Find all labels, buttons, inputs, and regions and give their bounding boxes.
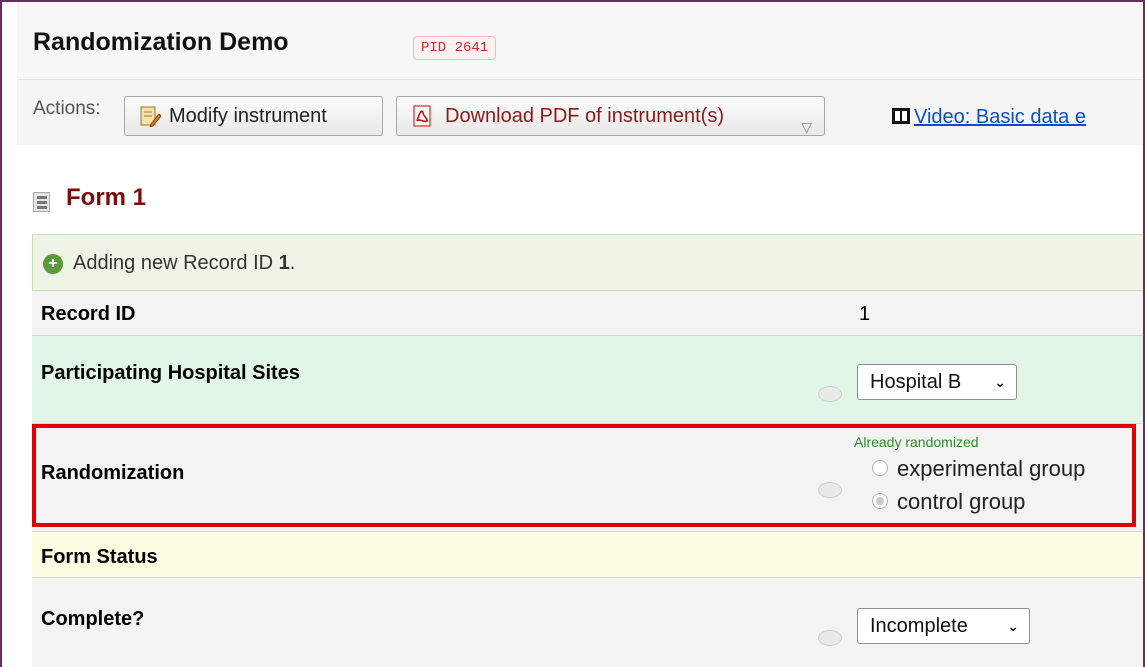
complete-select[interactable]: Incomplete ⌄ [857, 608, 1030, 644]
plus-circle-icon: + [43, 254, 63, 274]
randomization-row: Randomization Already randomized experim… [32, 424, 1143, 532]
new-record-notice: + Adding new Record ID 1. [32, 234, 1143, 291]
radio-unchecked-icon [872, 460, 888, 476]
record-id-value: 1 [859, 303, 871, 325]
radio-checked-icon [872, 493, 888, 509]
form-status-header: Form Status [32, 532, 1143, 578]
download-pdf-label: Download PDF of instrument(s) [445, 105, 724, 127]
chevron-down-icon: ⌄ [994, 374, 1006, 390]
chevron-down-icon: ⌄ [1007, 618, 1019, 634]
complete-row: Complete? Incomplete ⌄ [32, 578, 1143, 667]
video-link-label: Video: Basic data e [914, 106, 1086, 128]
actions-bar: Actions: Modify instrument Download PDF … [17, 80, 1143, 145]
pencil-form-icon [140, 106, 161, 127]
form-status-label: Form Status [41, 546, 158, 568]
pdf-icon [413, 105, 431, 127]
pid-badge: PID 2641 [413, 36, 497, 60]
record-id-label: Record ID [41, 303, 136, 325]
download-pdf-button[interactable]: Download PDF of instrument(s) ▽ [396, 96, 825, 136]
hospital-label: Participating Hospital Sites [41, 362, 300, 384]
window-frame: Randomization Demo PID 2641 Actions: Mod… [0, 0, 1145, 667]
form-title: Form 1 [66, 184, 147, 211]
comment-bubble-icon[interactable] [818, 630, 842, 646]
video-link[interactable]: Video: Basic data e [892, 106, 1086, 129]
notice-text: Adding new Record ID 1. [73, 252, 296, 274]
hospital-select[interactable]: Hospital B ⌄ [857, 364, 1017, 400]
modify-instrument-button[interactable]: Modify instrument [124, 96, 383, 136]
record-id-row: Record ID 1 [32, 291, 1143, 336]
radio-experimental-group[interactable]: experimental group [872, 456, 1085, 482]
film-icon [892, 108, 910, 124]
already-randomized-note: Already randomized [854, 434, 979, 450]
complete-label: Complete? [41, 608, 145, 630]
actions-label: Actions: [33, 98, 101, 119]
modify-instrument-label: Modify instrument [169, 105, 327, 127]
hospital-row: Participating Hospital Sites Hospital B … [32, 336, 1143, 424]
project-title: Randomization Demo [33, 28, 289, 56]
comment-bubble-icon[interactable] [818, 482, 842, 498]
project-header: Randomization Demo PID 2641 [17, 2, 1143, 80]
randomization-label: Randomization [41, 462, 185, 484]
chevron-down-icon: ▽ [801, 119, 812, 135]
comment-bubble-icon[interactable] [818, 386, 842, 402]
radio-control-group[interactable]: control group [872, 489, 1025, 515]
